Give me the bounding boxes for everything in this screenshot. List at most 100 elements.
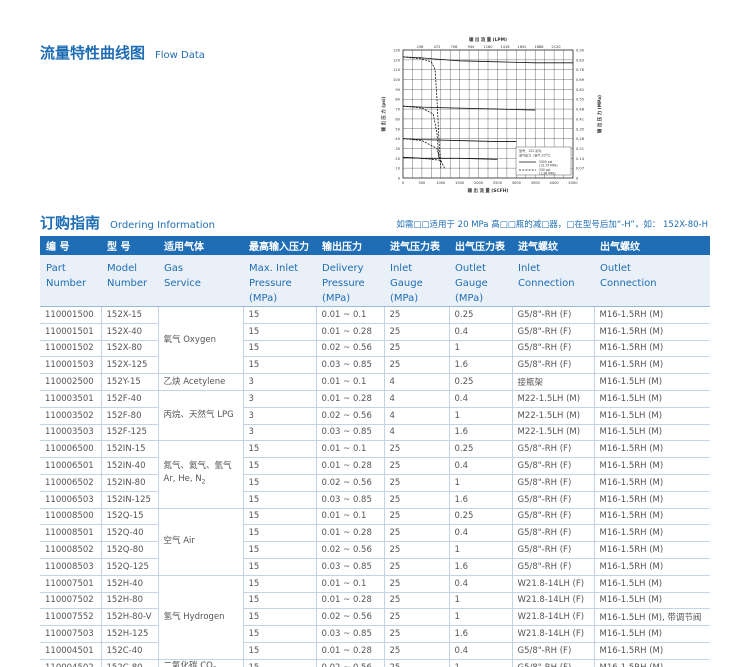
y-tick-left: 100 (393, 78, 401, 82)
table-row: 110001502 152X-80 15 0.02 ~ 0.56 25 1 G5/8"-RH… (40, 340, 710, 358)
outlet-connection-cell: M16-1.5LH (M) (594, 575, 710, 593)
y-tick-right: 0.90 (576, 49, 585, 53)
model-number-cell: 152IN-40 (101, 457, 159, 475)
y-tick-right: 0.41 (576, 117, 584, 121)
header-en-line: Inlet (518, 263, 541, 274)
model-number-cell: 152X-15 (101, 306, 159, 324)
header-en-7: Inlet Connection (512, 255, 594, 307)
x-tick-bottom: 2000 (474, 181, 484, 185)
header-en-line: (MPa) (249, 293, 278, 304)
x-tick-top: 236 (417, 45, 425, 49)
outlet-gauge-cell: 1.6 (449, 491, 513, 509)
outlet-connection-cell: M16-1.5LH (M) (594, 390, 710, 408)
ordering-info-heading: 订购指南 Ordering Information (40, 212, 215, 233)
x-tick-bottom: 500 (418, 181, 426, 185)
header-en-line: Part (46, 263, 66, 274)
header-en-line: (MPa) (322, 293, 351, 304)
outlet-connection-cell: M16-1.5RH (M) (594, 440, 710, 459)
gas-service-cell: 氮气、氦气、氩气 Ar, He, N2 (158, 440, 244, 509)
x-tick-top: 1416 (500, 45, 510, 49)
gas-service-cell: 丙烷、天然气 LPG (158, 390, 244, 442)
y-tick-left: 110 (393, 68, 401, 72)
y-tick-left: 50 (395, 127, 400, 131)
model-number-cell: 152F-80 (101, 407, 159, 425)
table-row: 110001503 152X-125 15 0.03 ~ 0.85 25 1.6 G5/8"… (40, 356, 710, 375)
outlet-gauge-cell: 0.25 (449, 373, 513, 391)
outlet-gauge-cell: 0.4 (449, 642, 513, 660)
y-tick-left: 20 (395, 157, 400, 161)
header-en-line: Pressure (322, 278, 365, 289)
outlet-gauge-cell: 0.25 (449, 440, 513, 459)
max-inlet-pressure-cell: 15 (243, 541, 317, 559)
delivery-pressure-cell: 0.03 ~ 0.85 (316, 625, 385, 643)
inlet-gauge-cell: 25 (384, 323, 450, 341)
delivery-pressure-cell: 0.01 ~ 0.1 (316, 440, 385, 459)
part-number-cell: 110002500 (40, 373, 102, 391)
y-tick-right: 0.76 (576, 68, 585, 72)
inlet-connection-cell: G5/8"-RH (F) (512, 541, 595, 559)
y-tick-left: 70 (395, 108, 400, 112)
inlet-gauge-cell: 25 (384, 508, 450, 526)
part-number-cell: 110004501 (40, 642, 102, 660)
header-en-line: (MPa) (390, 293, 419, 304)
outlet-connection-cell: M16-1.5RH (M) (594, 457, 710, 475)
y-tick-right: 0.14 (576, 157, 585, 161)
model-number-cell: 152F-40 (101, 390, 159, 408)
header-cn-8: 出气螺纹 (594, 236, 710, 255)
max-inlet-pressure-cell: 15 (243, 508, 317, 526)
inlet-connection-cell: G5/8"-RH (F) (512, 491, 595, 509)
x-tick-bottom: 0 (402, 181, 405, 185)
inlet-gauge-cell: 25 (384, 356, 450, 375)
outlet-connection-cell: M16-1.5RH (M) (594, 508, 710, 526)
y-tick-right: 0.07 (576, 167, 584, 171)
inlet-connection-cell: G5/8"-RH (F) (512, 642, 595, 660)
legend-inlet-pressure: 进气压力（氧气 20°C） (519, 153, 552, 158)
y-tick-left: 60 (395, 117, 400, 121)
header-en-line: Delivery (322, 263, 364, 274)
inlet-gauge-cell: 25 (384, 625, 450, 643)
inlet-gauge-cell: 25 (384, 541, 450, 559)
y-tick-left: 10 (395, 167, 400, 171)
part-number-cell: 110006501 (40, 457, 102, 475)
y-tick-right: 0.55 (576, 98, 584, 102)
max-inlet-pressure-cell: 15 (243, 524, 317, 543)
model-number-cell: 152H-125 (101, 625, 159, 643)
table-row: 110007501 152H-40 氢气 Hydrogen 15 0.01 ~ 0.1 2… (40, 575, 710, 660)
part-number-cell: 110001503 (40, 356, 102, 375)
table-header-cn: 编 号型 号适用气体 最高输入压力 输出压力 进气压力表 出气压力表 进气螺纹 出气螺纹 (40, 236, 710, 255)
model-number-cell: 152Q-15 (101, 508, 159, 526)
part-number-cell: 110007502 (40, 592, 102, 610)
model-number-cell: 152Q-125 (101, 558, 159, 576)
table-row: 110008501 152Q-40 15 0.01 ~ 0.28 25 0.4 G5/8"-… (40, 524, 710, 543)
header-en-0: Part Number (40, 255, 101, 307)
table-row: 110007502 152H-80 15 0.01 ~ 0.28 25 1 W21.8-14… (40, 592, 710, 610)
header-en-line: Outlet (455, 263, 486, 274)
x-tick-top: 1888 (534, 45, 544, 49)
table-body: 110001500 152X-15 氧气 Oxygen 15 0.01 ~ 0.1 25 0… (40, 306, 710, 667)
model-number-cell: 152IN-15 (101, 440, 159, 459)
y-tick-right: 0.21 (576, 147, 584, 151)
header-cn-5: 进气压力表 (384, 236, 449, 255)
max-inlet-pressure-cell: 15 (243, 608, 317, 627)
delivery-pressure-cell: 0.01 ~ 0.28 (316, 642, 385, 660)
inlet-gauge-cell: 25 (384, 524, 450, 543)
x-tick-top: 944 (468, 45, 476, 49)
part-number-cell: 110008500 (40, 508, 102, 526)
chart-title: 输 出 流 量 (LPM) (469, 36, 507, 43)
part-number-cell: 110006503 (40, 491, 102, 509)
gas-service-label: 氧气 Oxygen (163, 334, 216, 345)
outlet-connection-cell: M16-1.5RH (M) (594, 323, 710, 341)
table-row: 110008502 152Q-80 15 0.02 ~ 0.56 25 1 G5/8"-RH… (40, 541, 710, 559)
gas-service-cell: 空气 Air (158, 508, 244, 576)
table-row: 110004501 152C-40 15 0.01 ~ 0.28 25 0.4 G5/8"-… (40, 642, 710, 660)
table-row: 110003501 152F-40 丙烷、天然气 LPG 3 0.01 ~ 0.28 4 0… (40, 390, 710, 442)
outlet-gauge-cell: 1 (449, 608, 513, 627)
delivery-pressure-cell: 0.01 ~ 0.1 (316, 373, 385, 391)
outlet-connection-cell: M16-1.5LH (M) (594, 424, 710, 442)
order-note: 如需□□适用于 20 MPa 高□□瓶的减□器，□在型号后加“-H”，如： 15… (396, 220, 708, 230)
inlet-connection-cell: G5/8"-RH (F) (512, 440, 595, 459)
table-row: 110001501 152X-40 15 0.01 ~ 0.28 25 0.4 G5/8"-… (40, 323, 710, 341)
y-tick-left: 120 (393, 58, 401, 62)
max-inlet-pressure-cell: 3 (243, 390, 317, 408)
outlet-gauge-cell: 1.6 (449, 356, 513, 375)
